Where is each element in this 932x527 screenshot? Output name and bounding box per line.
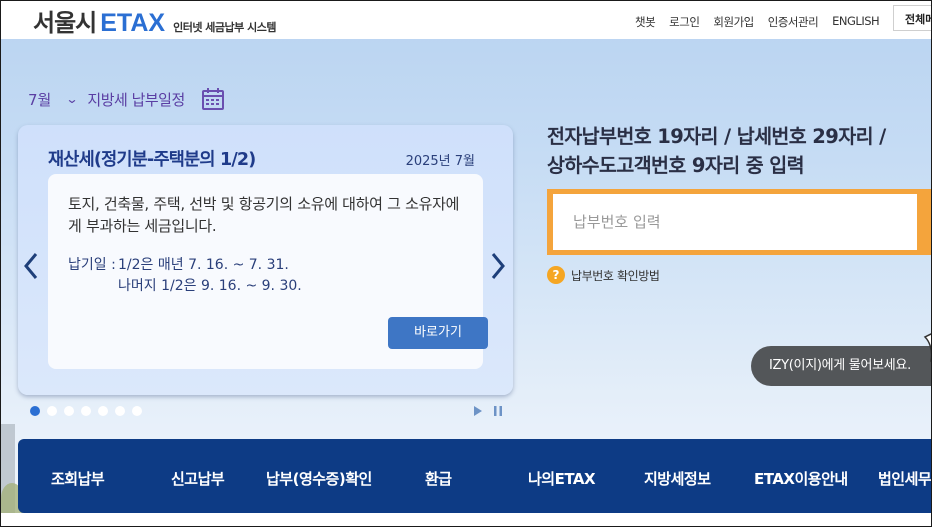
tax-description: 토지, 건축물, 주택, 선박 및 항공기의 소유에 대하여 그 소유자에게 부… bbox=[68, 195, 460, 235]
nav-link-login[interactable]: 로그인 bbox=[669, 14, 700, 30]
due-date-label: 납기일 : bbox=[68, 257, 116, 273]
payment-heading-line2: 상하수도고객번호 9자리 중 입력 bbox=[547, 154, 805, 177]
due-date-second: 나머지 1/2은 9. 16. ~ 9. 30. bbox=[118, 278, 302, 294]
chatbot-bubble[interactable]: IZY(이지)에게 물어보세요. bbox=[751, 346, 931, 386]
calendar-icon[interactable] bbox=[201, 87, 225, 111]
slide-dot-4[interactable] bbox=[81, 406, 91, 416]
main-nav-receipt-check[interactable]: 납부(영수증)확인 bbox=[266, 468, 372, 489]
nav-link-signup[interactable]: 회원가입 bbox=[713, 14, 754, 30]
go-button[interactable]: 바로가기 bbox=[388, 317, 488, 349]
slide-dot-5[interactable] bbox=[98, 406, 108, 416]
site-header: 서울시 ETAX 인터넷 세금납부 시스템 챗봇 로그인 회원가입 인증서관리 … bbox=[1, 1, 931, 39]
page: 서울시 ETAX 인터넷 세금납부 시스템 챗봇 로그인 회원가입 인증서관리 … bbox=[0, 0, 932, 527]
main-nav-my-etax[interactable]: 나의ETAX bbox=[528, 468, 596, 489]
question-icon: ? bbox=[547, 266, 565, 284]
slide-next-icon[interactable] bbox=[488, 251, 508, 281]
main-nav-etax-guide[interactable]: ETAX이용안내 bbox=[754, 468, 848, 489]
slide-indicators bbox=[30, 406, 142, 416]
slide-dot-6[interactable] bbox=[115, 406, 125, 416]
utility-nav: 챗봇 로그인 회원가입 인증서관리 ENGLISH bbox=[635, 14, 880, 30]
bottom-strip bbox=[1, 513, 931, 526]
card-date: 2025년 7월 bbox=[405, 154, 475, 169]
logo-subtitle: 인터넷 세금납부 시스템 bbox=[173, 21, 276, 34]
main-nav-report-payment[interactable]: 신고납부 bbox=[171, 468, 225, 489]
slide-dot-7[interactable] bbox=[132, 406, 142, 416]
payment-heading: 전자납부번호 19자리 / 납세번호 29자리 / 상하수도고객번호 9자리 중… bbox=[547, 122, 886, 180]
card-title: 재산세(정기분-주택분의 1/2) bbox=[48, 150, 256, 170]
nav-link-certificate[interactable]: 인증서관리 bbox=[768, 14, 819, 30]
slide-dot-2[interactable] bbox=[47, 406, 57, 416]
due-date-first: 1/2은 매년 7. 16. ~ 7. 31. bbox=[118, 257, 289, 273]
main-nav-corporate-tax[interactable]: 법인세무 bbox=[878, 468, 931, 489]
schedule-title: 지방세 납부일정 bbox=[87, 90, 185, 109]
tax-schedule-card: 재산세(정기분-주택분의 1/2) 2025년 7월 토지, 건축물, 주택, … bbox=[18, 125, 513, 395]
nav-link-english[interactable]: ENGLISH bbox=[832, 14, 880, 30]
card-content: 토지, 건축물, 주택, 선박 및 항공기의 소유에 대하여 그 소유자에게 부… bbox=[48, 174, 488, 369]
pause-icon[interactable] bbox=[492, 404, 504, 418]
tax-schedule-selector: 7월 ⌄ 지방세 납부일정 bbox=[28, 87, 225, 111]
main-nav-refund[interactable]: 환급 bbox=[425, 468, 452, 489]
nav-link-chatbot[interactable]: 챗봇 bbox=[635, 14, 656, 30]
payment-number-input[interactable] bbox=[553, 194, 917, 250]
month-select[interactable]: 7월 bbox=[28, 89, 51, 110]
logo-seoul-text: 서울시 bbox=[33, 9, 97, 37]
payment-number-box bbox=[547, 189, 931, 255]
payment-heading-line1: 전자납부번호 19자리 / 납세번호 29자리 / bbox=[547, 125, 886, 148]
chatbot-character-icon[interactable] bbox=[917, 331, 932, 371]
main-navigation: 조회납부 신고납부 납부(영수증)확인 환급 나의ETAX 지방세정보 ETAX… bbox=[18, 439, 931, 513]
main-nav-local-tax-info[interactable]: 지방세정보 bbox=[644, 468, 711, 489]
chevron-down-icon[interactable]: ⌄ bbox=[66, 92, 79, 106]
slide-dot-1[interactable] bbox=[30, 406, 40, 416]
logo-etax-text: ETAX bbox=[100, 9, 166, 37]
all-menu-button[interactable]: 전체메뉴 bbox=[893, 5, 931, 31]
slide-prev-icon[interactable] bbox=[21, 251, 41, 281]
site-logo[interactable]: 서울시 ETAX 인터넷 세금납부 시스템 bbox=[33, 3, 276, 37]
payment-help-text: 납부번호 확인방법 bbox=[571, 268, 660, 283]
payment-help-link[interactable]: ? 납부번호 확인방법 bbox=[547, 266, 660, 284]
play-icon[interactable] bbox=[472, 404, 484, 418]
slide-dot-3[interactable] bbox=[64, 406, 74, 416]
main-nav-inquiry-payment[interactable]: 조회납부 bbox=[51, 468, 105, 489]
